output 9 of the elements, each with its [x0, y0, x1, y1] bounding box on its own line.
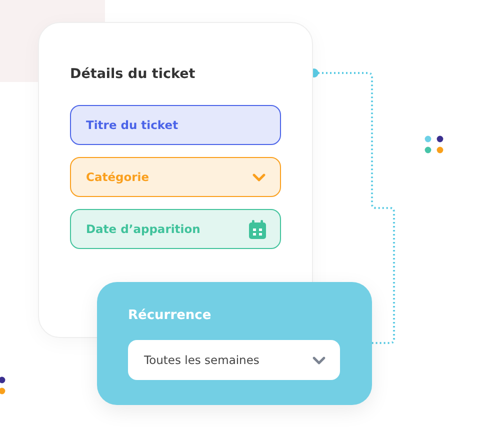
card-title: Récurrence — [128, 308, 212, 323]
chevron-down-icon — [312, 356, 326, 364]
recurrence-select[interactable]: Toutes les semaines — [128, 340, 340, 380]
card-title: Détails du ticket — [70, 66, 196, 82]
input-field[interactable]: Titre du ticket — [70, 105, 281, 145]
dots-decoration — [424, 135, 444, 155]
chevron-down-icon — [252, 172, 266, 182]
calendar-icon — [249, 220, 266, 238]
dots-decoration — [0, 376, 8, 396]
